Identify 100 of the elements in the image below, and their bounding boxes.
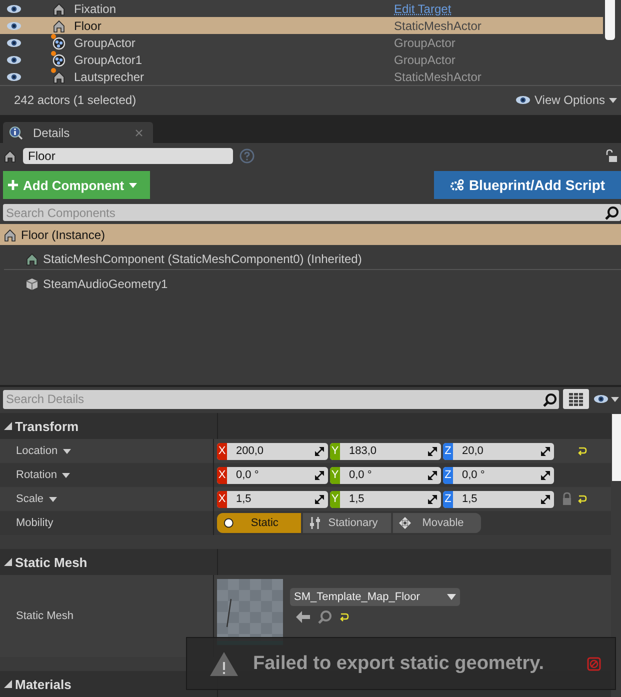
reset-arrow-icon xyxy=(340,612,349,622)
mobility-option[interactable]: Static xyxy=(217,513,303,533)
group-icon xyxy=(52,36,66,50)
eye-icon xyxy=(6,20,22,30)
section-header[interactable]: Transform xyxy=(0,413,611,439)
actor-type: GroupActor xyxy=(394,52,456,66)
axis-label: Z xyxy=(443,442,453,460)
actor-count: 242 actors (1 selected) xyxy=(14,93,136,108)
view-options-button[interactable]: View Options xyxy=(514,93,617,108)
property-label: Static Mesh xyxy=(16,610,74,622)
axis-label: Z xyxy=(443,490,453,508)
resize-icon xyxy=(541,446,550,456)
number-field[interactable]: Y 1,5 xyxy=(330,490,441,508)
number-field[interactable]: X 1,5 xyxy=(217,490,328,508)
caret-icon xyxy=(62,448,71,454)
caret-icon xyxy=(129,182,138,188)
warning-icon xyxy=(209,650,239,676)
component-row[interactable]: SteamAudioGeometry1 xyxy=(4,273,621,294)
edit-target-link[interactable]: Edit Target xyxy=(394,2,452,16)
component-row[interactable]: Floor (Instance) xyxy=(0,224,621,245)
number-field[interactable]: Y 0,0 ° xyxy=(330,466,441,484)
actor-name: GroupActor1 xyxy=(74,52,144,66)
axis-label: Y xyxy=(330,442,340,460)
dot-icon xyxy=(223,517,234,529)
house-icon xyxy=(52,18,66,32)
search-icon xyxy=(543,392,557,406)
resize-icon xyxy=(541,494,550,504)
axis-label: Y xyxy=(330,490,340,508)
help-icon xyxy=(239,148,255,164)
eye-icon xyxy=(6,72,22,82)
move-icon xyxy=(399,517,411,529)
actor-row[interactable]: GroupActor1 GroupActor xyxy=(0,51,603,68)
resize-icon xyxy=(428,470,437,480)
property-label: Mobility xyxy=(16,517,54,529)
scrollbar-thumb[interactable] xyxy=(605,0,615,40)
property-label: Rotation xyxy=(16,469,57,481)
actor-name: Lautsprecher xyxy=(74,70,146,84)
number-field[interactable]: Z 0,0 ° xyxy=(443,466,554,484)
resize-icon xyxy=(428,446,437,456)
pins-icon xyxy=(309,517,321,529)
number-field[interactable]: Z 20,0 xyxy=(443,442,554,460)
section-header[interactable]: Static Mesh xyxy=(0,549,611,575)
search-icon xyxy=(318,610,332,624)
number-field[interactable]: Y 183,0 xyxy=(330,442,441,460)
error-icon xyxy=(587,656,601,670)
back-arrow-icon xyxy=(296,611,310,623)
actor-row[interactable]: Lautsprecher StaticMeshActor xyxy=(0,68,603,85)
blueprint-button[interactable]: Blueprint/Add Script xyxy=(434,171,621,199)
resize-icon xyxy=(315,470,324,480)
caret-icon xyxy=(48,496,57,502)
resize-icon xyxy=(315,446,324,456)
name-field[interactable]: Floor xyxy=(23,148,233,164)
caret-icon xyxy=(609,98,617,103)
actor-type: GroupActor xyxy=(394,36,456,50)
actor-name: Floor xyxy=(74,18,102,32)
actor-name: Fixation xyxy=(74,2,118,16)
details-tab[interactable]: Details xyxy=(3,122,153,143)
asset-dropdown[interactable]: SM_Template_Map_Floor xyxy=(290,588,460,606)
house-icon xyxy=(3,148,17,162)
number-field[interactable]: X 0,0 ° xyxy=(217,466,328,484)
search-icon xyxy=(605,206,619,220)
axis-label: Z xyxy=(443,466,453,484)
eye-icon xyxy=(593,394,609,404)
caret-icon xyxy=(62,472,70,478)
grid-icon xyxy=(569,392,583,406)
caret-icon xyxy=(447,594,456,600)
resize-icon xyxy=(428,494,437,504)
axis-label: Y xyxy=(330,466,340,484)
group-icon xyxy=(52,52,66,66)
resize-icon xyxy=(315,494,324,504)
scrollbar-thumb[interactable] xyxy=(612,414,621,481)
notification-message: Failed to export static geometry. xyxy=(253,652,546,674)
property-label: Scale xyxy=(16,493,44,505)
actor-row[interactable]: Floor StaticMeshActor xyxy=(0,17,603,34)
actor-name: GroupActor xyxy=(74,36,136,50)
property-label: Location xyxy=(16,445,58,457)
number-field[interactable]: Z 1,5 xyxy=(443,490,554,508)
actor-type: StaticMeshActor xyxy=(394,18,482,32)
number-field[interactable]: X 200,0 xyxy=(217,442,328,460)
house-icon xyxy=(52,70,66,84)
gears-icon xyxy=(450,179,464,191)
info-icon xyxy=(9,126,23,140)
actor-row[interactable]: Fixation Edit Target xyxy=(0,0,603,17)
search-field[interactable]: Search Components xyxy=(3,204,621,221)
house-icon xyxy=(52,2,66,16)
grid-view-button[interactable] xyxy=(563,389,589,409)
caret-icon xyxy=(611,396,619,402)
axis-label: X xyxy=(217,442,227,460)
cube-icon xyxy=(25,276,39,290)
axis-label: X xyxy=(217,466,227,484)
resize-icon xyxy=(541,470,550,480)
eye-icon xyxy=(6,38,22,48)
actor-row[interactable]: GroupActor GroupActor xyxy=(0,34,603,51)
visibility-button[interactable] xyxy=(593,394,619,404)
lock-icon xyxy=(605,148,617,162)
component-row[interactable]: StaticMeshComponent (StaticMeshComponent0) (Inherited) xyxy=(4,248,621,270)
house-icon xyxy=(3,228,17,242)
search-field[interactable]: Search Details xyxy=(3,390,559,408)
eye-icon xyxy=(6,54,22,64)
axis-label: X xyxy=(217,490,227,508)
